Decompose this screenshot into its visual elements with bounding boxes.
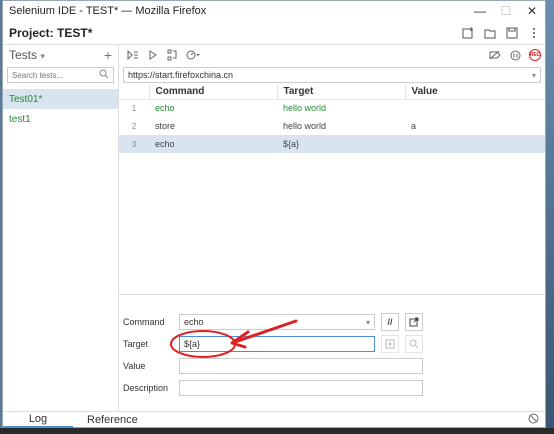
- main-panel: REC https://start.firefoxchina.cn ▾ Comm…: [119, 45, 545, 411]
- commands-list-pane: [119, 97, 545, 295]
- pause-on-exceptions-icon[interactable]: [505, 45, 525, 65]
- record-button[interactable]: REC: [525, 45, 545, 65]
- bottom-panel-tabs: Log Reference: [3, 411, 545, 428]
- chevron-down-icon[interactable]: ▾: [532, 71, 536, 80]
- search-tests-input[interactable]: [12, 70, 99, 80]
- desktop-edge-right: [546, 0, 554, 434]
- tests-dropdown-row: Tests ▾ +: [3, 45, 118, 65]
- clear-log-icon[interactable]: [528, 413, 545, 427]
- description-label: Description: [123, 383, 169, 393]
- title-bar: Selenium IDE - TEST* — Mozilla Firefox —…: [3, 1, 545, 21]
- tests-dropdown-label: Tests: [9, 48, 38, 62]
- base-url-field[interactable]: https://start.firefoxchina.cn ▾: [123, 67, 541, 83]
- tab-reference[interactable]: Reference: [73, 412, 152, 428]
- command-input-value: echo: [184, 317, 204, 327]
- run-all-tests-icon[interactable]: [123, 45, 143, 65]
- maximize-button[interactable]: ☐: [493, 1, 519, 21]
- tests-sidebar: Tests ▾ + Test01* test1: [3, 45, 119, 411]
- open-reference-button[interactable]: [405, 313, 423, 331]
- target-input-value: ${a}: [184, 339, 201, 349]
- disable-breakpoints-icon[interactable]: [485, 45, 505, 65]
- chevron-down-icon[interactable]: ▾: [366, 318, 370, 327]
- crosshair-icon: [385, 339, 395, 349]
- save-project-icon[interactable]: [501, 21, 523, 45]
- test-item-test01[interactable]: Test01*: [3, 89, 118, 109]
- project-label: Project:: [9, 25, 54, 40]
- comment-toggle-button[interactable]: //: [381, 313, 399, 331]
- taskbar-strip: [0, 428, 554, 434]
- command-editor: Command echo ▾ // Target ${a} Value Desc…: [119, 297, 545, 409]
- add-test-button[interactable]: +: [104, 47, 112, 63]
- target-find-button[interactable]: [405, 335, 423, 353]
- window-title: Selenium IDE - TEST* — Mozilla Firefox: [9, 5, 207, 17]
- target-select-button[interactable]: [381, 335, 399, 353]
- description-row: Description: [123, 379, 423, 397]
- target-row: Target ${a}: [123, 335, 423, 353]
- search-icon: [99, 69, 109, 82]
- run-current-test-icon[interactable]: [143, 45, 163, 65]
- base-url-value: https://start.firefoxchina.cn: [128, 70, 234, 80]
- target-input[interactable]: ${a}: [179, 336, 375, 352]
- description-input[interactable]: [179, 380, 423, 396]
- chevron-down-icon: ▾: [40, 51, 45, 61]
- step-over-icon[interactable]: [163, 45, 183, 65]
- tests-dropdown[interactable]: Tests ▾: [9, 48, 104, 62]
- playback-toolbar: REC: [119, 45, 545, 65]
- project-title: Project: TEST*: [3, 26, 457, 40]
- new-project-icon[interactable]: [457, 21, 479, 45]
- test-item-test1[interactable]: test1: [3, 109, 118, 129]
- command-input[interactable]: echo ▾: [179, 314, 375, 330]
- project-name[interactable]: TEST*: [57, 26, 92, 40]
- open-project-icon[interactable]: [479, 21, 501, 45]
- record-icon: REC: [529, 49, 541, 61]
- search-tests-field[interactable]: [7, 67, 114, 83]
- target-label: Target: [123, 339, 149, 349]
- close-button[interactable]: ✕: [519, 1, 545, 21]
- command-row: Command echo ▾ //: [123, 313, 423, 331]
- more-options-icon[interactable]: [523, 21, 545, 45]
- command-label: Command: [123, 317, 165, 327]
- search-icon: [409, 339, 419, 349]
- tab-log[interactable]: Log: [3, 412, 73, 428]
- external-link-icon: [409, 317, 419, 327]
- minimize-button[interactable]: —: [467, 1, 493, 21]
- value-label: Value: [123, 361, 146, 371]
- firefox-window: Selenium IDE - TEST* — Mozilla Firefox —…: [2, 0, 546, 428]
- value-row: Value: [123, 357, 423, 375]
- value-input[interactable]: [179, 358, 423, 374]
- speed-icon[interactable]: [183, 45, 203, 65]
- project-header: Project: TEST*: [3, 21, 545, 45]
